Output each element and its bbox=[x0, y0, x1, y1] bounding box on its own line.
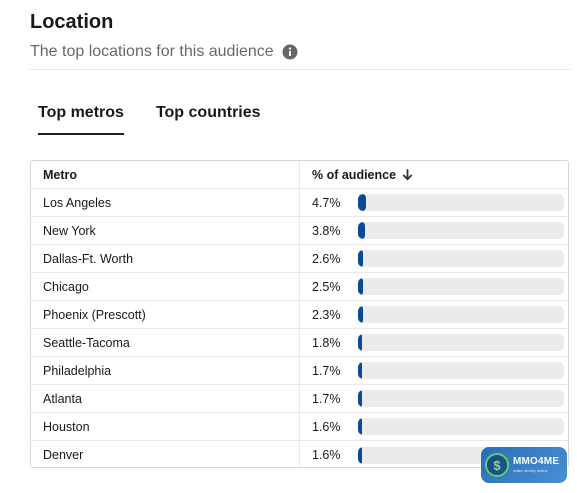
percent-bar-fill bbox=[358, 390, 363, 407]
percent-bar-track bbox=[358, 222, 564, 239]
percent-value: 2.6% bbox=[312, 251, 341, 266]
percent-cell: 1.7% bbox=[300, 357, 568, 384]
percent-cell: 1.8% bbox=[300, 329, 568, 356]
metros-table: Metro % of audience Los Angeles 4.7% New Y… bbox=[30, 160, 569, 468]
metro-name: Philadelphia bbox=[31, 357, 300, 384]
percent-bar-track bbox=[358, 194, 564, 211]
column-header-percent: % of audience bbox=[300, 161, 568, 188]
percent-bar-fill bbox=[358, 362, 363, 379]
percent-bar-fill bbox=[358, 278, 364, 295]
table-row: Los Angeles 4.7% bbox=[31, 189, 568, 217]
percent-value: 4.7% bbox=[312, 195, 341, 210]
table-body: Los Angeles 4.7% New York 3.8% Dallas-Ft. Wo… bbox=[31, 189, 568, 467]
percent-cell: 1.7% bbox=[300, 385, 568, 412]
tab-top-metros[interactable]: Top metros bbox=[38, 104, 124, 135]
percent-cell: 2.6% bbox=[300, 245, 568, 272]
percent-bar-track bbox=[358, 306, 564, 323]
dollar-coin-icon: $ bbox=[485, 453, 509, 477]
metro-name: Atlanta bbox=[31, 385, 300, 412]
header-divider bbox=[30, 69, 570, 70]
percent-value: 1.6% bbox=[312, 419, 341, 434]
percent-bar-track bbox=[358, 390, 564, 407]
percent-value: 2.5% bbox=[312, 279, 341, 294]
percent-bar-fill bbox=[358, 418, 362, 435]
percent-cell: 1.6% bbox=[300, 413, 568, 440]
percent-bar-fill bbox=[358, 250, 364, 267]
percent-cell: 3.8% bbox=[300, 217, 568, 244]
watermark-tagline: make money online bbox=[513, 468, 548, 473]
metro-name: Houston bbox=[31, 413, 300, 440]
percent-value: 3.8% bbox=[312, 223, 341, 238]
percent-value: 2.3% bbox=[312, 307, 341, 322]
percent-bar-fill bbox=[358, 222, 365, 239]
subtitle-text: The top locations for this audience bbox=[30, 43, 274, 60]
percent-value: 1.8% bbox=[312, 335, 341, 350]
percent-cell: 4.7% bbox=[300, 189, 568, 216]
metro-name: Phoenix (Prescott) bbox=[31, 301, 300, 328]
table-row: Dallas-Ft. Worth 2.6% bbox=[31, 245, 568, 273]
percent-cell: 2.3% bbox=[300, 301, 568, 328]
percent-bar-fill bbox=[358, 306, 363, 323]
percent-cell: 2.5% bbox=[300, 273, 568, 300]
metro-name: Seattle-Tacoma bbox=[31, 329, 300, 356]
watermark-brand: MMO4ME bbox=[513, 456, 560, 467]
arrow-down-icon bbox=[402, 168, 413, 180]
metro-name: Dallas-Ft. Worth bbox=[31, 245, 300, 272]
column-header-percent-label: % of audience bbox=[312, 167, 397, 182]
percent-bar-fill bbox=[358, 194, 366, 211]
percent-bar-fill bbox=[358, 334, 363, 351]
metro-name: Denver bbox=[31, 441, 300, 467]
table-row: New York 3.8% bbox=[31, 217, 568, 245]
percent-bar-track bbox=[358, 250, 564, 267]
percent-bar-track bbox=[358, 362, 564, 379]
table-row: Chicago 2.5% bbox=[31, 273, 568, 301]
percent-value: 1.7% bbox=[312, 363, 341, 378]
table-row: Houston 1.6% bbox=[31, 413, 568, 441]
table-row: Atlanta 1.7% bbox=[31, 385, 568, 413]
info-icon[interactable] bbox=[282, 44, 298, 60]
percent-value: 1.6% bbox=[312, 448, 341, 462]
column-header-metro: Metro bbox=[31, 161, 300, 188]
sort-percent-button[interactable]: % of audience bbox=[312, 168, 413, 182]
metro-name: Chicago bbox=[31, 273, 300, 300]
table-row: Seattle-Tacoma 1.8% bbox=[31, 329, 568, 357]
watermark-logo: $ MMO4ME make money online bbox=[481, 447, 567, 483]
section-subtitle: The top locations for this audience bbox=[30, 43, 298, 61]
percent-bar-fill bbox=[358, 446, 362, 464]
table-row: Phoenix (Prescott) 2.3% bbox=[31, 301, 568, 329]
table-row: Philadelphia 1.7% bbox=[31, 357, 568, 385]
percent-bar-track bbox=[358, 278, 564, 295]
table-header-row: Metro % of audience bbox=[31, 161, 568, 189]
location-panel: Location The top locations for this audi… bbox=[0, 0, 577, 493]
tab-top-countries[interactable]: Top countries bbox=[156, 104, 261, 132]
percent-bar-track bbox=[358, 334, 564, 351]
metro-name: New York bbox=[31, 217, 300, 244]
percent-value: 1.7% bbox=[312, 391, 341, 406]
percent-bar-track bbox=[358, 418, 564, 435]
section-title: Location bbox=[30, 11, 114, 33]
metro-name: Los Angeles bbox=[31, 189, 300, 216]
location-tabs: Top metros Top countries bbox=[38, 104, 261, 135]
